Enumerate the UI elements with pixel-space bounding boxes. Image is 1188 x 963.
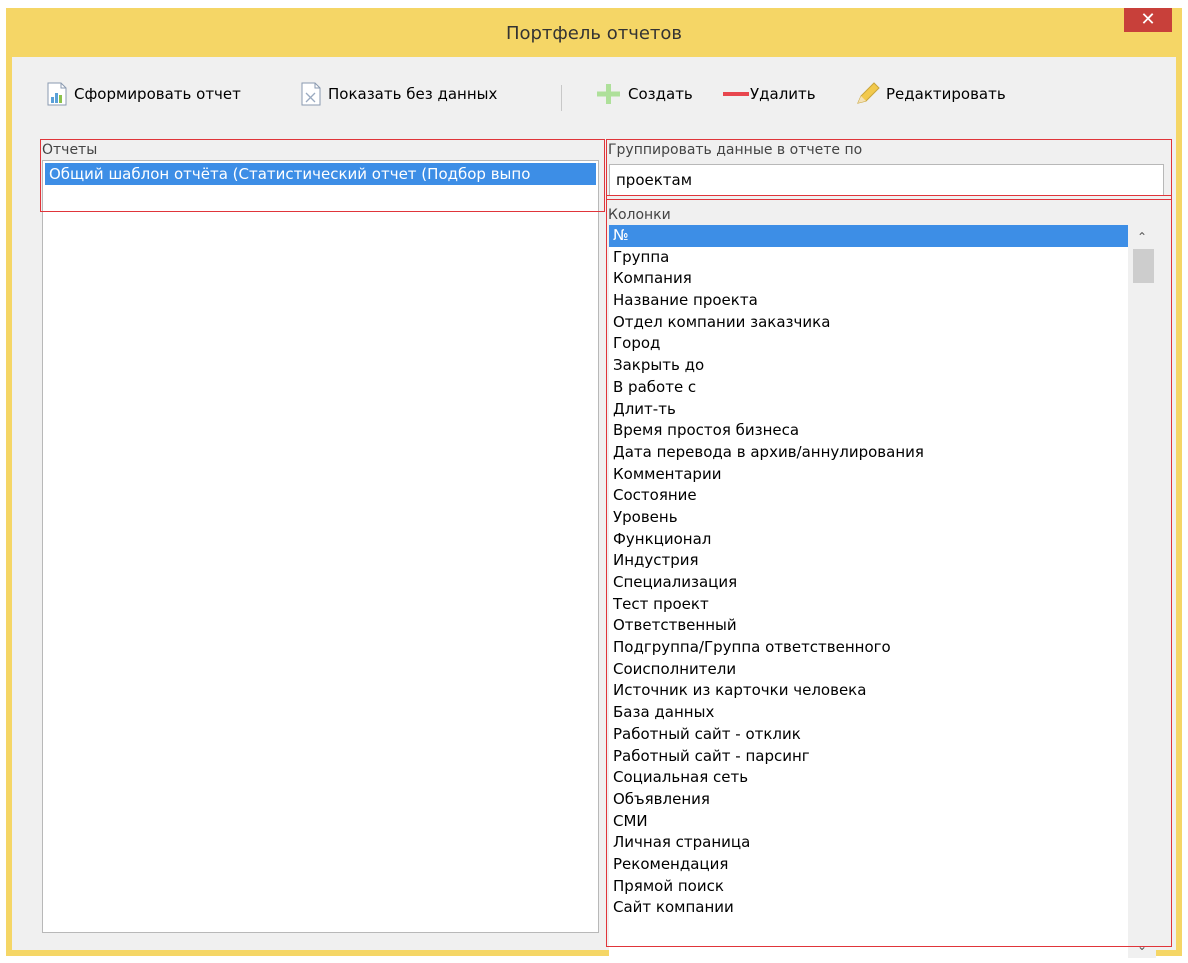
generate-report-button[interactable]: Сформировать отчет: [46, 81, 241, 107]
column-item[interactable]: Функционал: [609, 529, 1128, 551]
column-item[interactable]: Компания: [609, 268, 1128, 290]
delete-label: Удалить: [750, 85, 816, 103]
column-item[interactable]: Группа: [609, 247, 1128, 269]
titlebar[interactable]: Портфель отчетов ✕: [6, 8, 1182, 57]
column-item[interactable]: Время простоя бизнеса: [609, 420, 1128, 442]
columns-label: Колонки: [608, 207, 671, 223]
column-item[interactable]: Источник из карточки человека: [609, 680, 1128, 702]
reports-label: Отчеты: [42, 142, 98, 158]
columns-list[interactable]: № Группа Компания Название проекта Отдел ком…: [609, 225, 1128, 958]
column-item[interactable]: Подгруппа/Группа ответственного: [609, 637, 1128, 659]
column-item[interactable]: Работный сайт - отклик: [609, 724, 1128, 746]
columns-panel: № Группа Компания Название проекта Отдел ком…: [609, 225, 1156, 960]
scroll-thumb[interactable]: [1133, 249, 1154, 283]
edit-button[interactable]: Редактировать: [854, 81, 1006, 107]
column-item[interactable]: Сайт компании: [609, 897, 1128, 919]
column-item[interactable]: Индустрия: [609, 550, 1128, 572]
window-title: Портфель отчетов: [505, 23, 683, 44]
column-item[interactable]: СМИ: [609, 811, 1128, 833]
report-portfolio-window: Портфель отчетов ✕ Сформировать отчет По…: [6, 8, 1182, 960]
pencil-icon: [854, 82, 880, 106]
column-item[interactable]: Состояние: [609, 485, 1128, 507]
column-item[interactable]: Длит-ть: [609, 399, 1128, 421]
group-by-value: проектам: [616, 171, 693, 189]
column-item[interactable]: Закрыть до: [609, 355, 1128, 377]
report-chart-icon: [46, 82, 68, 106]
show-without-data-label: Показать без данных: [328, 85, 498, 103]
column-item[interactable]: Отдел компании заказчика: [609, 312, 1128, 334]
report-item[interactable]: Общий шаблон отчёта (Статистический отче…: [45, 163, 596, 185]
column-item[interactable]: Личная страница: [609, 832, 1128, 854]
column-item[interactable]: Уровень: [609, 507, 1128, 529]
create-label: Создать: [628, 85, 693, 103]
column-item[interactable]: Ответственный: [609, 615, 1128, 637]
toolbar-separator: [561, 85, 562, 111]
column-item[interactable]: Соисполнители: [609, 659, 1128, 681]
generate-report-label: Сформировать отчет: [74, 85, 241, 103]
create-button[interactable]: Создать: [596, 81, 693, 107]
plus-icon: [596, 82, 622, 106]
reports-list[interactable]: Общий шаблон отчёта (Статистический отче…: [42, 160, 599, 933]
close-button[interactable]: ✕: [1124, 8, 1172, 32]
column-item[interactable]: Дата перевода в архив/аннулирования: [609, 442, 1128, 464]
column-item[interactable]: Тест проект: [609, 594, 1128, 616]
columns-scrollbar[interactable]: ⌃ ⌄: [1128, 225, 1156, 958]
column-item[interactable]: Прямой поиск: [609, 876, 1128, 898]
column-item[interactable]: Город: [609, 333, 1128, 355]
scroll-down-icon[interactable]: ⌄: [1128, 934, 1156, 958]
window-content: Сформировать отчет Показать без данных С…: [12, 57, 1176, 960]
show-without-data-button[interactable]: Показать без данных: [300, 81, 497, 107]
column-item[interactable]: В работе с: [609, 377, 1128, 399]
column-item[interactable]: Рекомендация: [609, 854, 1128, 876]
column-item-selected[interactable]: №: [609, 225, 1128, 247]
column-item[interactable]: Название проекта: [609, 290, 1128, 312]
empty-document-icon: [300, 82, 322, 106]
delete-button[interactable]: Удалить: [722, 81, 816, 107]
column-item[interactable]: Социальная сеть: [609, 767, 1128, 789]
toolbar: Сформировать отчет Показать без данных С…: [12, 57, 1176, 129]
edit-label: Редактировать: [886, 85, 1006, 103]
scroll-up-icon[interactable]: ⌃: [1128, 225, 1156, 249]
column-item[interactable]: База данных: [609, 702, 1128, 724]
minus-icon: [722, 82, 750, 106]
column-item[interactable]: Специализация: [609, 572, 1128, 594]
column-item[interactable]: Объявления: [609, 789, 1128, 811]
column-item[interactable]: Работный сайт - парсинг: [609, 746, 1128, 768]
group-by-field[interactable]: проектам: [609, 164, 1164, 196]
column-item[interactable]: Комментарии: [609, 464, 1128, 486]
group-by-label: Группировать данные в отчете по: [608, 142, 863, 158]
